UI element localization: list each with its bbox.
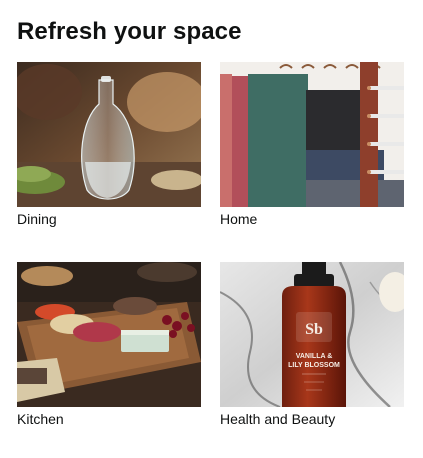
tile-label-health-and-beauty[interactable]: Health and Beauty (220, 410, 404, 428)
tile-label-dining[interactable]: Dining (17, 210, 201, 228)
brand-mark: Sb (305, 321, 323, 338)
refresh-your-space-card: Refresh your space Dining Home Kitchen S… (0, 0, 423, 458)
tile-kitchen[interactable]: Kitchen (17, 262, 201, 428)
card-title: Refresh your space (17, 18, 242, 45)
tile-health-and-beauty[interactable]: Sb VANILLA & LILY BLOSSOM Health and Bea… (220, 262, 404, 428)
dining-image[interactable] (17, 62, 201, 207)
home-image[interactable] (220, 62, 404, 207)
health-and-beauty-image[interactable]: Sb VANILLA & LILY BLOSSOM (220, 262, 404, 407)
tile-home[interactable]: Home (220, 62, 404, 228)
tile-label-kitchen[interactable]: Kitchen (17, 410, 201, 428)
tile-dining[interactable]: Dining (17, 62, 201, 228)
product-line-2: LILY BLOSSOM (288, 362, 340, 369)
tile-label-home[interactable]: Home (220, 210, 404, 228)
product-line-1: VANILLA & (296, 353, 333, 360)
kitchen-image[interactable] (17, 262, 201, 407)
